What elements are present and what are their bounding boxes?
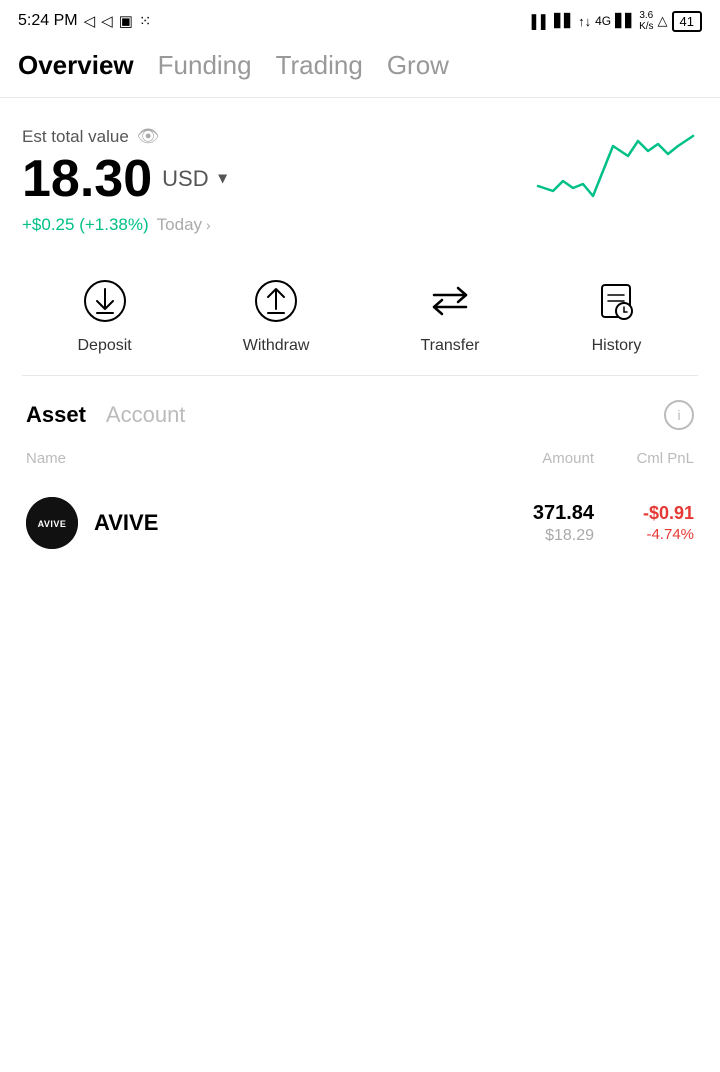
transfer-label: Transfer xyxy=(420,337,479,355)
asset-tab-group: Asset Account xyxy=(26,402,185,428)
action-buttons: Deposit Withdraw xyxy=(22,265,698,376)
mini-chart xyxy=(538,116,698,206)
signal2-icon: ↑↓ xyxy=(578,14,591,29)
transfer-icon xyxy=(424,275,476,327)
price-chart-svg xyxy=(538,116,698,206)
vibrate-icon: ▌▌ xyxy=(532,14,550,29)
status-bar: 5:24 PM ◁ ◁ ▣ ⁙ ▌▌ ▋▋ ↑↓ 4G ▋▋ 3.6K/s △ … xyxy=(0,0,720,40)
total-value-section: Est total value 👁 18.30 USD ▾ +$0.25 (+1… xyxy=(22,126,698,235)
main-content: Est total value 👁 18.30 USD ▾ +$0.25 (+1… xyxy=(0,98,720,563)
tab-funding[interactable]: Funding xyxy=(158,50,252,83)
network2-icon: ▋▋ xyxy=(615,13,635,29)
tab-account[interactable]: Account xyxy=(106,402,186,428)
asset-amount-col: 371.84 $18.29 xyxy=(474,502,594,545)
asset-pnl-col: -$0.91 -4.74% xyxy=(594,503,694,543)
tab-overview[interactable]: Overview xyxy=(18,50,134,83)
est-label-text: Est total value xyxy=(22,127,129,147)
svg-text:AVIVE: AVIVE xyxy=(38,519,67,529)
chevron-right-icon: › xyxy=(206,217,211,233)
withdraw-icon xyxy=(250,275,302,327)
signal-icon: ▋▋ xyxy=(554,13,574,29)
history-icon xyxy=(590,275,642,327)
asset-pnl-pct: -4.74% xyxy=(594,526,694,543)
asset-info: AVIVE AVIVE xyxy=(26,497,474,549)
tab-trading[interactable]: Trading xyxy=(276,50,363,83)
battery-icon: 41 xyxy=(672,11,702,32)
history-label: History xyxy=(592,337,642,355)
change-row: +$0.25 (+1.38%) Today › xyxy=(22,215,227,235)
asset-name-avive: AVIVE xyxy=(94,510,158,536)
asset-tabs: Asset Account i xyxy=(22,400,698,430)
asset-section: Asset Account i Name Amount Cml PnL AVIV… xyxy=(22,376,698,563)
amount-value: 18.30 xyxy=(22,153,152,205)
asset-pnl-amount: -$0.91 xyxy=(594,503,694,524)
change-amount: +$0.25 (+1.38%) xyxy=(22,215,149,235)
value-left: Est total value 👁 18.30 USD ▾ +$0.25 (+1… xyxy=(22,126,227,235)
grid-icon: ⁙ xyxy=(139,12,152,30)
info-icon[interactable]: i xyxy=(664,400,694,430)
location-icon: ◁ xyxy=(84,12,96,30)
withdraw-button[interactable]: Withdraw xyxy=(243,275,310,355)
network-label: 4G xyxy=(595,14,611,28)
withdraw-label: Withdraw xyxy=(243,337,310,355)
total-amount: 18.30 USD ▾ xyxy=(22,153,227,205)
today-label[interactable]: Today › xyxy=(157,215,211,235)
asset-amount-main: 371.84 xyxy=(474,502,594,525)
deposit-button[interactable]: Deposit xyxy=(78,275,132,355)
main-nav: Overview Funding Trading Grow xyxy=(0,40,720,98)
currency-label: USD xyxy=(162,168,208,190)
table-row[interactable]: AVIVE AVIVE 371.84 $18.29 -$0.91 -4.74% xyxy=(22,483,698,563)
deposit-label: Deposit xyxy=(78,337,132,355)
status-time: 5:24 PM ◁ ◁ ▣ ⁙ xyxy=(18,12,151,30)
time-text: 5:24 PM xyxy=(18,12,78,30)
currency-dropdown-icon[interactable]: ▾ xyxy=(219,171,227,187)
sim-icon: ▣ xyxy=(119,12,133,30)
tab-asset[interactable]: Asset xyxy=(26,402,86,428)
asset-logo-avive: AVIVE xyxy=(26,497,78,549)
col-header-name: Name xyxy=(26,450,474,467)
table-headers: Name Amount Cml PnL xyxy=(22,450,698,467)
deposit-icon xyxy=(79,275,131,327)
alert-icon: △ xyxy=(658,13,668,29)
status-indicators: ▌▌ ▋▋ ↑↓ 4G ▋▋ 3.6K/s △ 41 xyxy=(532,10,702,32)
speed-label: 3.6K/s xyxy=(639,10,653,32)
history-button[interactable]: History xyxy=(590,275,642,355)
asset-amount-usd: $18.29 xyxy=(474,527,594,545)
send-icon: ◁ xyxy=(101,12,113,30)
est-label: Est total value 👁 xyxy=(22,126,227,147)
transfer-button[interactable]: Transfer xyxy=(420,275,479,355)
col-header-pnl: Cml PnL xyxy=(594,450,694,467)
col-header-amount: Amount xyxy=(474,450,594,467)
eye-icon[interactable]: 👁 xyxy=(137,126,160,147)
tab-grow[interactable]: Grow xyxy=(387,50,449,83)
